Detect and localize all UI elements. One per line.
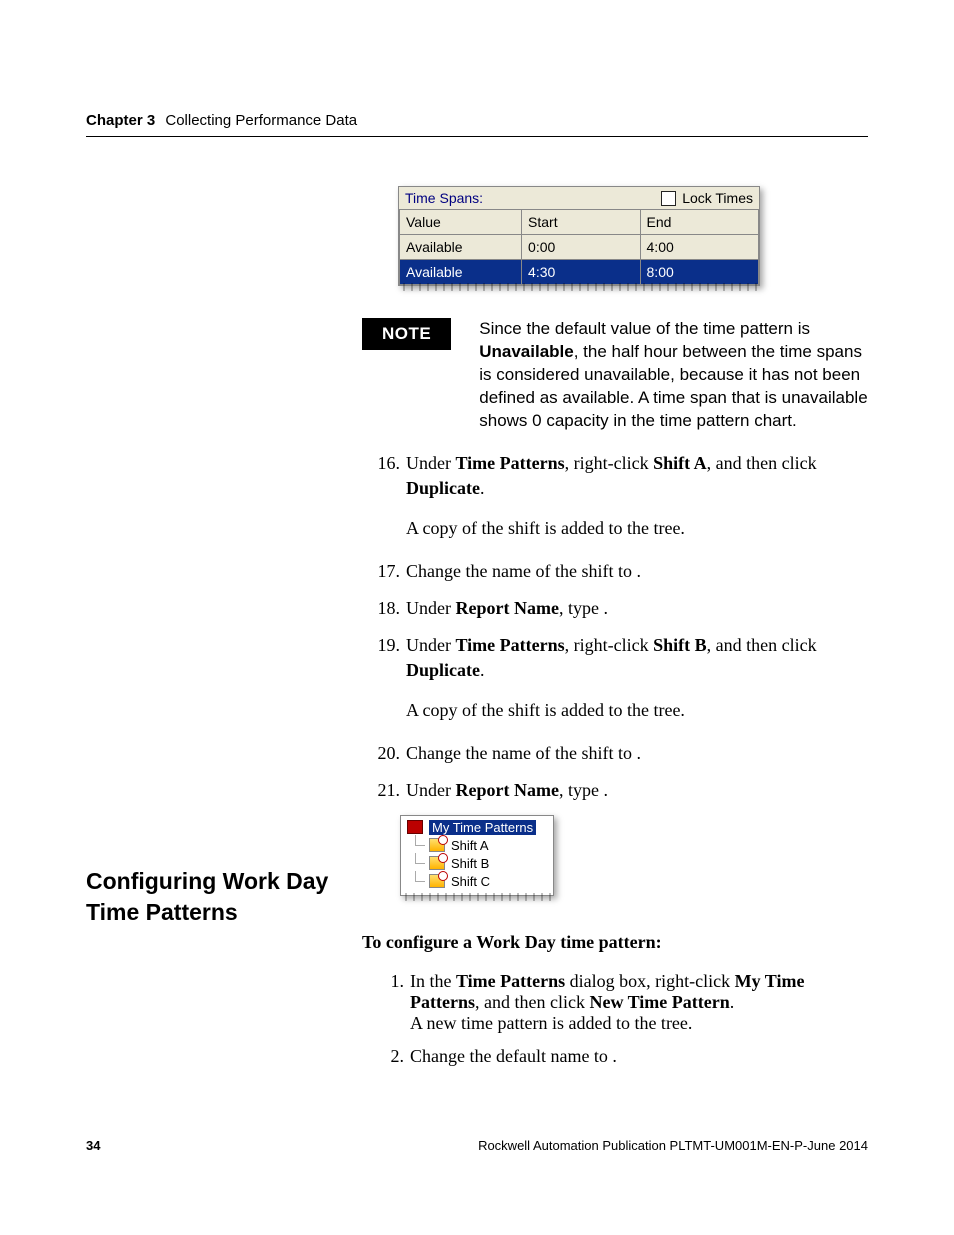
timespans-label: Time Spans: xyxy=(405,190,483,206)
tree-node-label: Shift C xyxy=(451,874,490,889)
clock-icon xyxy=(429,874,445,888)
step-19-sub: A copy of the shift is added to the tree… xyxy=(406,698,868,723)
step-20: 20. Change the name of the shift to . xyxy=(362,741,868,766)
step-21: 21. Under Report Name, type . xyxy=(362,778,868,803)
tree-node-label: Shift B xyxy=(451,856,489,871)
tree-panel: My Time Patterns Shift A Shift B Shift C xyxy=(400,815,554,896)
page-number: 34 xyxy=(86,1138,100,1153)
col-end: End xyxy=(640,210,758,235)
inner-step-1-sub: A new time pattern is added to the tree. xyxy=(410,1013,868,1034)
section-lead: To configure a Work Day time pattern: xyxy=(362,932,868,953)
cell-value: Available xyxy=(400,235,522,260)
clock-icon xyxy=(429,838,445,852)
header-rule xyxy=(86,136,868,137)
tree-node[interactable]: Shift A xyxy=(407,838,547,853)
cell-end: 4:00 xyxy=(640,235,758,260)
checkbox-icon xyxy=(661,191,676,206)
left-heading: Configuring Work Day Time Patterns xyxy=(86,866,336,928)
publication-id: Rockwell Automation Publication PLTMT-UM… xyxy=(478,1138,868,1153)
page: Chapter 3 Collecting Performance Data Ti… xyxy=(0,0,954,1235)
step-16: 16. Under Time Patterns, right-click Shi… xyxy=(362,451,868,547)
table-row[interactable]: Available 4:30 8:00 xyxy=(400,260,759,285)
inner-step-2: 2. Change the default name to . xyxy=(372,1046,868,1067)
footer: 34 Rockwell Automation Publication PLTMT… xyxy=(86,1138,868,1153)
note-text: Since the default value of the time patt… xyxy=(479,318,868,433)
lock-times-checkbox[interactable]: Lock Times xyxy=(661,190,753,206)
note-badge: NOTE xyxy=(362,318,451,350)
col-value: Value xyxy=(400,210,522,235)
col-start: Start xyxy=(522,210,640,235)
tree-root[interactable]: My Time Patterns xyxy=(407,820,547,835)
cell-value: Available xyxy=(400,260,522,285)
step-list: 16. Under Time Patterns, right-click Shi… xyxy=(362,451,868,803)
folder-icon xyxy=(407,820,423,834)
cell-end: 8:00 xyxy=(640,260,758,285)
step-18: 18. Under Report Name, type . xyxy=(362,596,868,621)
running-header: Chapter 3 Collecting Performance Data xyxy=(86,112,357,129)
tree-node-label: Shift A xyxy=(451,838,489,853)
main-column: Time Spans: Lock Times Value Start End A… xyxy=(362,186,868,1079)
note-block: NOTE Since the default value of the time… xyxy=(362,318,868,433)
timespans-panel: Time Spans: Lock Times Value Start End A… xyxy=(398,186,760,286)
tree-root-label: My Time Patterns xyxy=(429,820,536,835)
lock-times-label: Lock Times xyxy=(682,190,753,206)
step-19: 19. Under Time Patterns, right-click Shi… xyxy=(362,633,868,729)
tree-node[interactable]: Shift B xyxy=(407,856,547,871)
table-row[interactable]: Available 0:00 4:00 xyxy=(400,235,759,260)
cell-start: 4:30 xyxy=(522,260,640,285)
step-17: 17. Change the name of the shift to . xyxy=(362,559,868,584)
timespans-table: Value Start End Available 0:00 4:00 Avai… xyxy=(399,209,759,285)
chapter-label: Chapter 3 xyxy=(86,112,155,129)
tree-node[interactable]: Shift C xyxy=(407,874,547,889)
step-16-sub: A copy of the shift is added to the tree… xyxy=(406,516,868,541)
clock-icon xyxy=(429,856,445,870)
inner-step-1: 1. In the Time Patterns dialog box, righ… xyxy=(372,971,868,1034)
cell-start: 0:00 xyxy=(522,235,640,260)
inner-step-list: 1. In the Time Patterns dialog box, righ… xyxy=(362,971,868,1067)
chapter-title: Collecting Performance Data xyxy=(165,112,357,129)
